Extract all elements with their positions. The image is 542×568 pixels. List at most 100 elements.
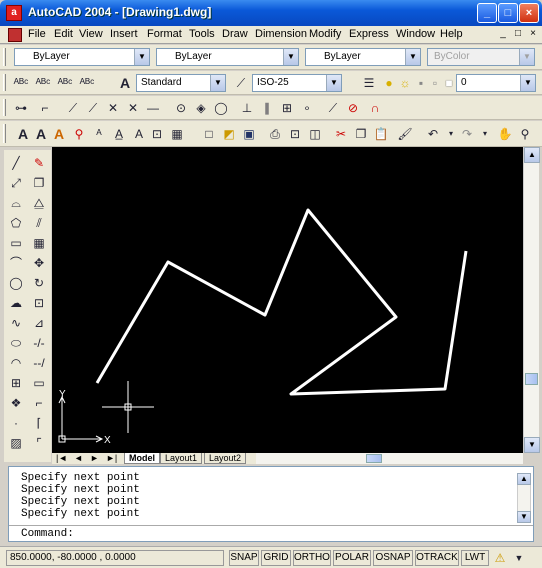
- text-style-small-icon[interactable]: ᴬ: [90, 125, 108, 143]
- menu-file[interactable]: File: [28, 28, 46, 40]
- snap-nearest-icon[interactable]: ⟋: [324, 99, 342, 117]
- justify-text-icon[interactable]: A: [130, 125, 148, 143]
- menu-view[interactable]: View: [79, 28, 103, 40]
- dim-style-combo[interactable]: ISO-25 ▼: [252, 74, 342, 92]
- menu-draw[interactable]: Draw: [222, 28, 248, 40]
- scroll-up-button[interactable]: ▲: [524, 147, 540, 163]
- scale-text-icon[interactable]: A̲: [110, 125, 128, 143]
- vertical-scrollbar[interactable]: ▲ ▼: [523, 147, 540, 453]
- join-icon[interactable]: ⌐: [30, 394, 48, 412]
- cut-icon[interactable]: ✂: [332, 125, 350, 143]
- grid-toggle[interactable]: GRID: [261, 550, 291, 566]
- plot-preview-icon[interactable]: ⊡: [286, 125, 304, 143]
- save-icon[interactable]: ▣: [240, 125, 258, 143]
- snap-midpoint-icon[interactable]: ⟋: [84, 99, 102, 117]
- tray-menu-icon[interactable]: ▼: [510, 549, 528, 567]
- edit-text-icon[interactable]: A: [50, 125, 68, 143]
- otrack-toggle[interactable]: OTRACK: [415, 550, 459, 566]
- command-scrollbar[interactable]: ▲ ▼: [517, 473, 531, 523]
- minimize-button[interactable]: _: [477, 3, 497, 23]
- paste-icon[interactable]: 📋: [372, 125, 390, 143]
- snap-intersection-icon[interactable]: ✕: [104, 99, 122, 117]
- menu-window[interactable]: Window: [396, 28, 435, 40]
- doc-close-button[interactable]: ×: [526, 28, 540, 41]
- snap-none-icon[interactable]: ⊘: [344, 99, 362, 117]
- ellipse-icon[interactable]: ⬭: [7, 334, 25, 352]
- trim-icon[interactable]: -/-: [30, 334, 48, 352]
- revision-cloud-icon[interactable]: ☁: [7, 294, 25, 312]
- mirror-icon[interactable]: ⧋: [30, 194, 48, 212]
- stretch-icon[interactable]: ⊿: [30, 314, 48, 332]
- menu-format[interactable]: Format: [147, 28, 182, 40]
- chevron-down-icon[interactable]: ▼: [326, 75, 341, 91]
- construction-line-icon[interactable]: ⤢: [7, 174, 25, 192]
- scroll-thumb[interactable]: [525, 373, 538, 385]
- menu-dimension[interactable]: Dimension: [255, 28, 307, 40]
- tab-prev-button[interactable]: ◄: [70, 453, 87, 464]
- spell-check-icon[interactable]: ᴬᴮᶜ: [12, 74, 30, 92]
- multiline-text-icon[interactable]: A: [14, 125, 32, 143]
- menu-insert[interactable]: Insert: [110, 28, 138, 40]
- single-line-text-icon[interactable]: A: [32, 125, 50, 143]
- chevron-down-icon[interactable]: ▼: [405, 49, 420, 65]
- polygon-icon[interactable]: ⬠: [7, 214, 25, 232]
- line-icon[interactable]: ╱: [7, 154, 25, 172]
- snap-quadrant-icon[interactable]: ◈: [192, 99, 210, 117]
- break-icon[interactable]: ▭: [30, 374, 48, 392]
- document-icon[interactable]: [8, 28, 22, 42]
- move-icon[interactable]: ✥: [30, 254, 48, 272]
- array-icon[interactable]: ▦: [30, 234, 48, 252]
- chevron-down-icon[interactable]: ▼: [520, 75, 535, 91]
- coordinate-readout[interactable]: 850.0000, -80.0000 , 0.0000: [6, 550, 224, 566]
- osnap-settings-icon[interactable]: ∩: [366, 99, 384, 117]
- snap-apparent-icon[interactable]: ✕: [124, 99, 142, 117]
- undo-icon[interactable]: ↶: [424, 125, 442, 143]
- menu-help[interactable]: Help: [440, 28, 463, 40]
- plot-icon[interactable]: ⎙: [266, 125, 284, 143]
- osnap-toggle[interactable]: OSNAP: [373, 550, 413, 566]
- make-block-icon[interactable]: ❖: [7, 394, 25, 412]
- tab-layout2[interactable]: Layout2: [204, 453, 247, 464]
- point-icon[interactable]: ·: [7, 414, 25, 432]
- linetype-combo[interactable]: ByLayer ▼: [156, 48, 299, 66]
- chevron-down-icon[interactable]: ▼: [283, 49, 298, 65]
- rectangle-icon[interactable]: ▭: [7, 234, 25, 252]
- text-style-combo[interactable]: Standard ▼: [136, 74, 226, 92]
- circle-icon[interactable]: ◯: [7, 274, 25, 292]
- copy-object-icon[interactable]: ❐: [30, 174, 48, 192]
- layer-state-combo[interactable]: 0 ▼: [456, 74, 536, 92]
- polar-toggle[interactable]: POLAR: [333, 550, 371, 566]
- text-table-icon[interactable]: ▦: [168, 125, 186, 143]
- layers-icon[interactable]: ☰: [360, 74, 378, 92]
- hatch-icon[interactable]: ▨: [7, 434, 25, 452]
- horizontal-scrollbar[interactable]: [256, 453, 523, 464]
- snap-center-icon[interactable]: ⊙: [172, 99, 190, 117]
- temp-tracking-icon[interactable]: ⊶: [12, 99, 30, 117]
- chamfer-icon[interactable]: ⌈: [30, 414, 48, 432]
- snap-toggle[interactable]: SNAP: [229, 550, 259, 566]
- command-scroll-down-button[interactable]: ▼: [517, 511, 531, 523]
- maximize-button[interactable]: □: [498, 3, 518, 23]
- redo-dropdown-icon[interactable]: ▾: [476, 125, 494, 143]
- scale-icon[interactable]: ⊡: [30, 294, 48, 312]
- tab-model[interactable]: Model: [124, 453, 160, 464]
- snap-from-icon[interactable]: ⌐: [36, 99, 54, 117]
- new-file-icon[interactable]: □: [200, 125, 218, 143]
- find-text-icon[interactable]: ⚲: [70, 125, 88, 143]
- lineweight-combo[interactable]: ByLayer ▼: [305, 48, 421, 66]
- toolbar-grip[interactable]: [3, 74, 6, 91]
- snap-parallel-icon[interactable]: ∥: [258, 99, 276, 117]
- text-style-manager-icon[interactable]: A: [116, 74, 134, 92]
- snap-perpendicular-icon[interactable]: ⊥: [238, 99, 256, 117]
- layer-combo[interactable]: ByLayer ▼: [14, 48, 150, 66]
- menu-express[interactable]: Express: [349, 28, 389, 40]
- fillet-icon[interactable]: ⌜: [30, 434, 48, 452]
- autocad-icon[interactable]: a: [6, 5, 22, 21]
- drawing-canvas[interactable]: Y X: [52, 147, 523, 453]
- communication-center-icon[interactable]: ⚠: [491, 549, 509, 567]
- publish-icon[interactable]: ◫: [306, 125, 324, 143]
- lwt-toggle[interactable]: LWT: [461, 550, 489, 566]
- command-prompt[interactable]: Command:: [21, 528, 74, 540]
- copy-icon[interactable]: ❐: [352, 125, 370, 143]
- chevron-down-icon[interactable]: ▼: [134, 49, 149, 65]
